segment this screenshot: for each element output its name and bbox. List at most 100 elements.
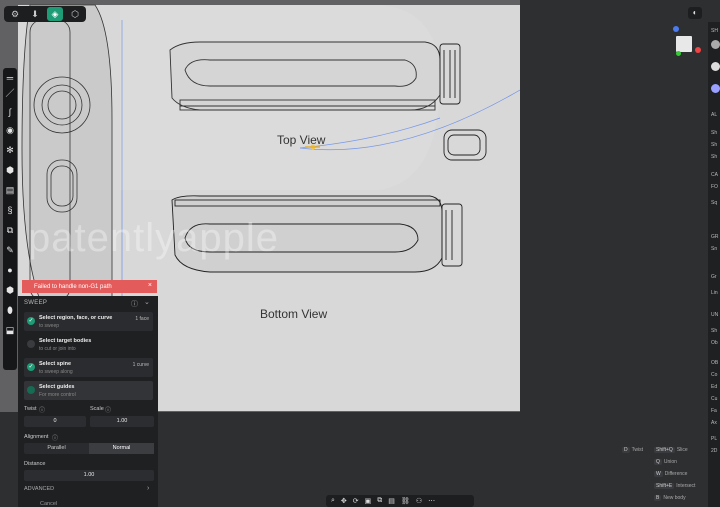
step-select-target-bodies[interactable]: Select target bodies to cut or join into [24,335,153,354]
axis-y-dot [676,51,681,56]
curve-tool-icon[interactable]: ∫ [3,105,17,119]
panel-label: Fa [711,408,717,414]
fill-tool-icon[interactable]: ▤ [3,183,17,197]
panel-label: OB [711,360,719,366]
step-title: Select guides [39,384,75,390]
panel-label: GR [711,234,719,240]
panel-label: AL [711,112,718,118]
step-title: Select region, face, or curve [39,315,113,321]
info-icon[interactable]: ⓘ [131,299,138,309]
gear-tool-icon[interactable]: ✻ [3,143,17,157]
panel-label: Cu [711,396,718,402]
material-swatch[interactable] [711,62,720,71]
close-icon[interactable]: × [148,282,152,289]
step-select-spine[interactable]: ✓ Select spine to sweep along 1 curve [24,358,153,377]
alignment-parallel-button[interactable]: Parallel [24,443,89,454]
panel-label: Lin [711,290,718,296]
twist-label: Twist [24,406,37,412]
panel-label: Sq [711,200,718,206]
alignment-normal-button[interactable]: Normal [89,443,154,454]
sphere-tool-icon[interactable]: ● [3,263,17,277]
panel-label: Sn [711,246,718,252]
cancel-button[interactable]: Cancel [40,501,57,507]
info-icon[interactable]: ⓘ [105,405,111,414]
shortcut-union: Q Union [654,459,677,465]
cube-icon[interactable]: ⬡ [67,7,83,21]
import-tool-icon[interactable]: ⬓ [3,323,17,337]
shortcut-slice: Shift+Q Slice [654,447,688,453]
panel-label: SH [711,28,718,34]
shortcut-twist: D Twist [622,447,644,453]
box-icon[interactable]: ◈ [47,7,63,21]
panel-label: FO [711,184,718,190]
error-toast-message: Failed to handle non-G1 path [34,283,112,290]
info-icon[interactable]: ⓘ [52,433,58,442]
panel-label: UN [711,312,719,318]
distance-input[interactable]: 1.00 [24,470,154,481]
settings-icon[interactable]: ⚙ [7,7,23,21]
step-title: Select target bodies [39,338,92,344]
move-icon[interactable]: ✥ [341,497,347,505]
shortcut-intersect: Shift+E Intersect [654,483,696,489]
panel-label: Ax [711,420,717,426]
step-subtitle: to sweep [39,323,60,329]
download-icon[interactable]: ⬇ [27,7,43,21]
group-icon[interactable]: ⚇ [416,497,422,505]
sweep-panel: SWEEP ⓘ ⌄ ✓ Select region, face, or curv… [18,296,158,507]
material-swatch[interactable] [711,40,720,49]
step-count: 1 curve [132,362,149,368]
step-count: 1 face [135,316,149,322]
more-icon[interactable]: ⋯ [428,497,435,505]
select-icon[interactable]: ▣ [365,497,372,505]
guide-icon [27,386,35,394]
info-icon[interactable]: ⓘ [39,405,45,414]
circle-tool-icon[interactable]: ◉ [3,123,17,137]
shape-tool-icon[interactable]: ⬢ [3,163,17,177]
view-cube[interactable] [676,36,692,52]
contrast-icon[interactable]: ◐ [688,7,702,19]
panel-label: CA [711,172,718,178]
step-subtitle: to cut or join into [39,346,76,352]
cylinder-tool-icon[interactable]: ⬮ [3,303,17,317]
axis-z-dot [673,26,679,32]
sweep-tool-icon[interactable]: § [3,203,17,217]
panel-label: Gr [711,274,717,280]
advanced-section-label[interactable]: ADVANCED [24,486,54,492]
check-icon: ✓ [27,317,35,325]
panel-label: Sh [711,130,718,136]
rotate-icon[interactable]: ⟳ [353,497,359,505]
grip-icon: ═ [6,73,14,83]
material-swatch[interactable] [711,84,720,93]
chevron-right-icon[interactable]: › [147,485,149,492]
panel-label: PL [711,436,718,442]
view-toggle-bar: ⚙ ⬇ ◈ ⬡ [4,6,86,22]
check-icon: ✓ [27,363,35,371]
copy-icon[interactable]: ⧉ [377,497,382,505]
panel-title: SWEEP [24,300,48,306]
search-icon[interactable]: ⌕ [331,497,335,505]
bottom-toolbar: ⌕ ✥ ⟳ ▣ ⧉ ▤ ⛓ ⚇ ⋯ [326,495,474,507]
step-select-guides[interactable]: Select guides For more control [24,381,153,400]
link-icon[interactable]: ⛓ [401,497,410,505]
step-subtitle: to sweep along [39,369,73,375]
pen-tool-icon[interactable]: ✎ [3,243,17,257]
mirror-tool-icon[interactable]: ⧉ [3,223,17,237]
panel-label: 2D [711,448,718,454]
panel-label: Ob [711,340,718,346]
shortcut-new-body: B New body [654,495,686,501]
panel-label: Sh [711,328,718,334]
box-tool-icon[interactable]: ⬢ [3,283,17,297]
paste-icon[interactable]: ▤ [388,497,395,505]
watermark-text: patentlyapple [28,216,279,260]
step-title: Select spine [39,361,72,367]
chevron-down-icon[interactable]: ⌄ [144,298,150,306]
scale-label: Scale [90,406,104,412]
step-subtitle: For more control [39,392,76,398]
step-select-region[interactable]: ✓ Select region, face, or curve to sweep… [24,312,153,331]
twist-input[interactable]: 0 [24,416,86,427]
line-tool-icon[interactable]: ／ [3,85,17,99]
unchecked-icon [27,340,35,348]
right-properties-panel: SH AL Sh Sh Sh CA FO Sq GR Sn Gr Lin UN … [708,22,720,507]
scale-input[interactable]: 1.00 [90,416,154,427]
panel-label: Co [711,372,718,378]
